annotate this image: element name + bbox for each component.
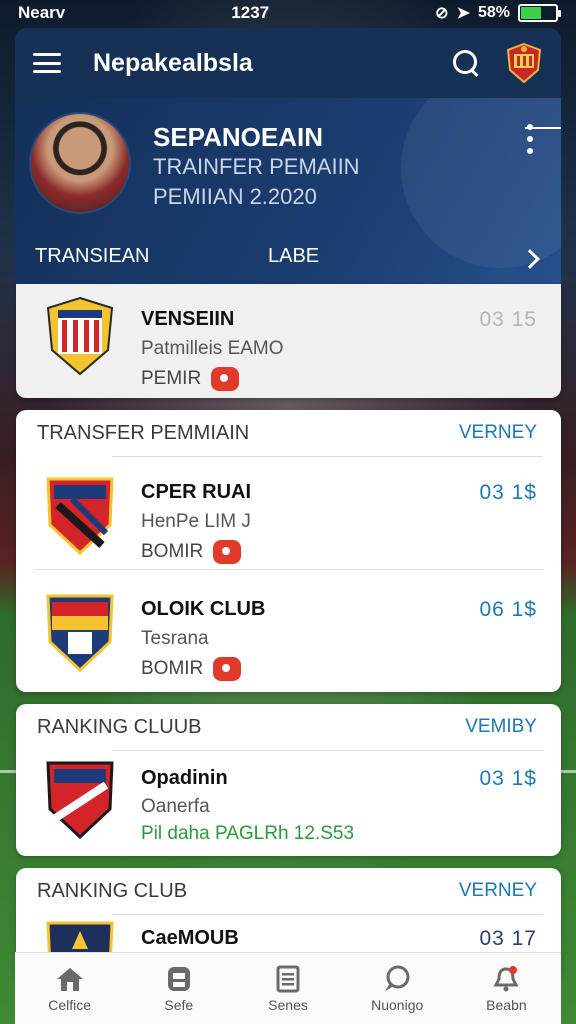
club-numbers: 03 1$ xyxy=(479,767,537,790)
club-meta: BOMIR xyxy=(141,657,242,681)
bottom-navigation: Celfice Sefe Senes Nuonigo Beabn xyxy=(15,952,561,1024)
club-crest-icon xyxy=(46,477,114,555)
section-header: TRANSFER PEMMIAIN VERNEY xyxy=(16,410,561,456)
featured-meta-label: PEMIR xyxy=(141,368,202,389)
alarm-icon: ⊘ xyxy=(435,5,449,22)
location-icon: ➤ xyxy=(456,5,470,22)
battery-percent: 58% xyxy=(477,4,510,21)
player-name: SEPANOEAIN xyxy=(153,122,323,152)
bell-icon xyxy=(493,965,519,991)
badge-icon xyxy=(213,540,242,564)
nav-label: Senes xyxy=(268,996,308,1013)
nav-label: Celfice xyxy=(48,996,91,1013)
club-numbers: 03 17 xyxy=(479,927,537,950)
section-title: RANKING CLUB xyxy=(37,879,188,902)
hero-decoration xyxy=(401,98,561,268)
nav-item-chat[interactable]: Nuonigo xyxy=(343,953,452,1024)
list-item[interactable]: Opadinin Oanerfa Pil daha PAGLRh 12.S53 … xyxy=(16,751,561,855)
clock: 1237 xyxy=(231,3,270,22)
featured-card[interactable]: VENSEIIN Patmilleis EAMO PEMIR 03 15 xyxy=(16,284,561,398)
tab-transfer[interactable]: TRANSIEAN xyxy=(35,245,149,268)
menu-icon[interactable] xyxy=(33,53,61,73)
chat-icon xyxy=(385,965,410,991)
player-avatar[interactable] xyxy=(29,112,131,214)
badge-icon xyxy=(211,367,240,391)
nav-item-list[interactable]: Senes xyxy=(233,953,342,1024)
featured-sub: Patmilleis EAMO xyxy=(141,338,284,359)
club-crest-icon[interactable] xyxy=(505,42,543,84)
search-icon[interactable] xyxy=(451,48,481,78)
nav-label: Beabn xyxy=(486,996,527,1013)
club-meta: Pil daha PAGLRh 12.S53 xyxy=(141,823,355,844)
badge-icon xyxy=(213,657,242,681)
featured-numbers: 03 15 xyxy=(479,308,537,331)
club-sub: Oanerfa xyxy=(141,796,210,817)
app-container: Nepakealbsla SEPANOEAIN TRAINFER PEMAIIN… xyxy=(15,28,561,284)
nav-label: Sefe xyxy=(164,996,194,1013)
club-name: CPER RUAI xyxy=(141,481,252,503)
club-numbers: 06 1$ xyxy=(479,598,537,621)
app-title: Nepakealbsla xyxy=(93,48,253,77)
section-header: RANKING CLUB VERNEY xyxy=(16,868,561,914)
list-icon xyxy=(276,965,300,992)
list-item[interactable]: CPER RUAI HenPe LIM J BOMIR 03 1$ xyxy=(16,457,561,569)
club-sub: Tesrana xyxy=(141,628,209,649)
club-meta-label: BOMIR xyxy=(141,541,204,562)
club-sub: HenPe LIM J xyxy=(141,511,251,532)
list-item[interactable]: OLOIK CLUB Tesrana BOMIR 06 1$ xyxy=(16,570,561,692)
ranking-section: RANKING CLUUB VEMIBY Opadinin Oanerfa Pi… xyxy=(16,704,561,856)
section-title: RANKING CLUUB xyxy=(37,715,202,738)
club-crest-icon xyxy=(46,296,114,376)
section-link[interactable]: VERNEY xyxy=(459,422,537,444)
club-name: CaeMOUB xyxy=(141,927,239,949)
player-subtitle: TRAINFER PEMAIIN xyxy=(153,154,360,179)
club-name: OLOIK CLUB xyxy=(141,598,266,620)
battery-fill xyxy=(521,7,541,19)
jersey-icon xyxy=(167,966,190,991)
section-header: RANKING CLUUB VEMIBY xyxy=(16,704,561,750)
section-title: TRANSFER PEMMIAIN xyxy=(37,421,250,444)
club-meta: BOMIR xyxy=(141,540,242,564)
nav-item-jersey[interactable]: Sefe xyxy=(124,953,233,1024)
carrier-label: Nearv xyxy=(18,3,66,22)
section-link[interactable]: VERNEY xyxy=(459,880,537,902)
status-icons: ⊘ ➤ 58% xyxy=(435,3,561,23)
tab-labe[interactable]: LABE xyxy=(268,245,319,268)
club-name: Opadinin xyxy=(141,767,228,789)
top-app-bar: Nepakealbsla xyxy=(15,28,561,98)
club-crest-icon xyxy=(46,594,114,672)
nav-label: Nuonigo xyxy=(371,996,424,1013)
nav-item-home[interactable]: Celfice xyxy=(15,953,124,1024)
hero-divider xyxy=(525,127,561,129)
section-link[interactable]: VEMIBY xyxy=(465,716,537,738)
player-season: PEMIIAN 2.2020 xyxy=(153,184,317,209)
transfer-section: TRANSFER PEMMIAIN VERNEY CPER RUAI HenPe… xyxy=(16,410,561,692)
club-crest-icon xyxy=(46,761,114,839)
club-meta-label: BOMIR xyxy=(141,658,204,679)
status-bar: Nearv 1237 ⊘ ➤ 58% xyxy=(0,0,576,26)
player-hero: SEPANOEAIN TRAINFER PEMAIIN PEMIIAN 2.20… xyxy=(15,98,561,284)
club-numbers: 03 1$ xyxy=(479,481,537,504)
nav-item-notifications[interactable]: Beabn xyxy=(452,953,561,1024)
home-icon xyxy=(56,967,83,991)
featured-meta: PEMIR xyxy=(141,367,240,391)
battery-icon xyxy=(518,4,561,22)
featured-title: VENSEIIN xyxy=(141,308,235,330)
